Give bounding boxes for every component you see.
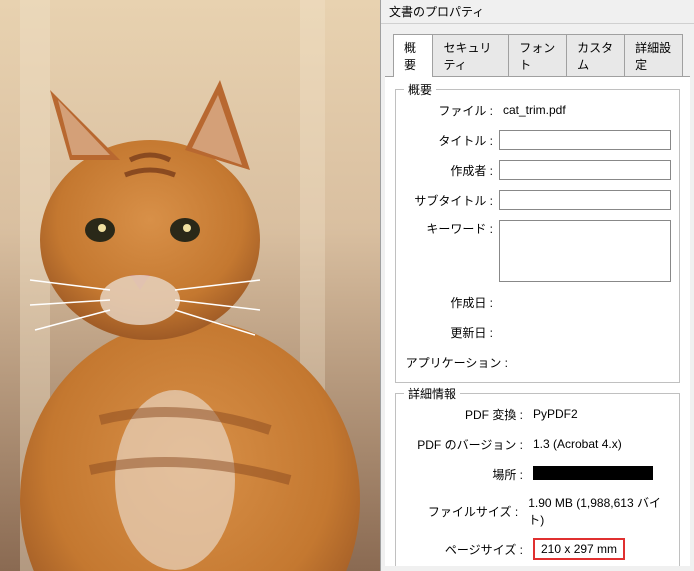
tab-custom[interactable]: カスタム <box>566 34 625 77</box>
pagesize-value: 210 x 297 mm <box>529 538 625 560</box>
filesize-label: ファイルサイズ : <box>404 503 524 520</box>
keywords-input[interactable] <box>499 220 671 282</box>
pdf-producer-label: PDF 変換 : <box>404 406 529 423</box>
file-value: cat_trim.pdf <box>499 103 566 117</box>
application-label: アプリケーション : <box>404 354 514 371</box>
tab-font[interactable]: フォント <box>508 34 567 77</box>
filesize-value: 1.90 MB (1,988,613 バイト) <box>524 494 671 528</box>
file-label: ファイル : <box>404 102 499 119</box>
created-label: 作成日 : <box>404 294 499 311</box>
title-label: タイトル : <box>404 132 499 149</box>
subject-label: サブタイトル : <box>404 192 499 209</box>
pdf-version-value: 1.3 (Acrobat 4.x) <box>529 437 622 451</box>
properties-dialog: 文書のプロパティ 概要 セキュリティ フォント カスタム 詳細設定 概要 ファイ… <box>380 0 694 571</box>
cat-photo <box>0 0 380 571</box>
pdf-version-label: PDF のバージョン : <box>404 436 529 453</box>
tab-security[interactable]: セキュリティ <box>432 34 509 77</box>
tab-overview[interactable]: 概要 <box>393 34 433 77</box>
tab-advanced[interactable]: 詳細設定 <box>624 34 683 77</box>
document-preview <box>0 0 380 571</box>
author-input[interactable] <box>499 160 671 180</box>
details-legend: 詳細情報 <box>404 385 460 402</box>
details-group: 詳細情報 PDF 変換 : PyPDF2 PDF のバージョン : 1.3 (A… <box>395 393 680 566</box>
tab-bar: 概要 セキュリティ フォント カスタム 詳細設定 <box>381 24 694 77</box>
pagesize-highlight: 210 x 297 mm <box>533 538 625 560</box>
keywords-label: キーワード : <box>404 220 499 237</box>
redacted-location <box>533 466 653 480</box>
dialog-title: 文書のプロパティ <box>381 0 694 24</box>
title-input[interactable] <box>499 130 671 150</box>
pagesize-label: ページサイズ : <box>404 541 529 558</box>
overview-legend: 概要 <box>404 81 436 98</box>
modified-label: 更新日 : <box>404 324 499 341</box>
overview-group: 概要 ファイル : cat_trim.pdf タイトル : 作成者 : サブタイ… <box>395 89 680 383</box>
location-value <box>529 466 653 483</box>
author-label: 作成者 : <box>404 162 499 179</box>
tab-content: 概要 ファイル : cat_trim.pdf タイトル : 作成者 : サブタイ… <box>385 76 690 566</box>
pdf-producer-value: PyPDF2 <box>529 407 578 421</box>
subject-input[interactable] <box>499 190 671 210</box>
location-label: 場所 : <box>404 466 529 483</box>
